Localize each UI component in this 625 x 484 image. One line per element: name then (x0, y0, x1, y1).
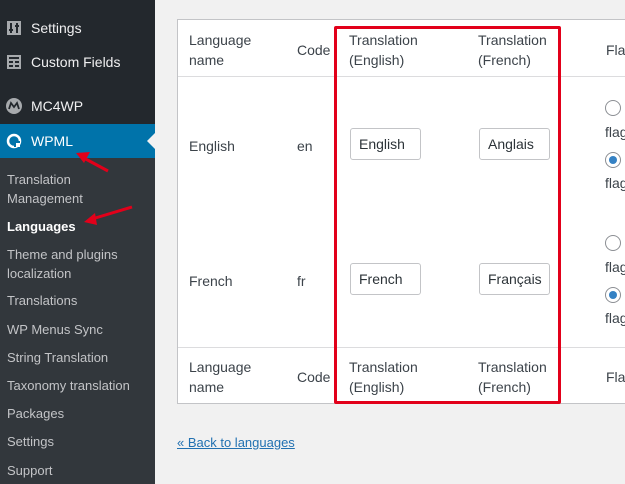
back-to-languages-link[interactable]: « Back to languages (177, 435, 295, 450)
arrow-to-languages (84, 205, 133, 225)
annotation-arrows (76, 152, 133, 225)
arrow-to-wpml (76, 152, 109, 173)
